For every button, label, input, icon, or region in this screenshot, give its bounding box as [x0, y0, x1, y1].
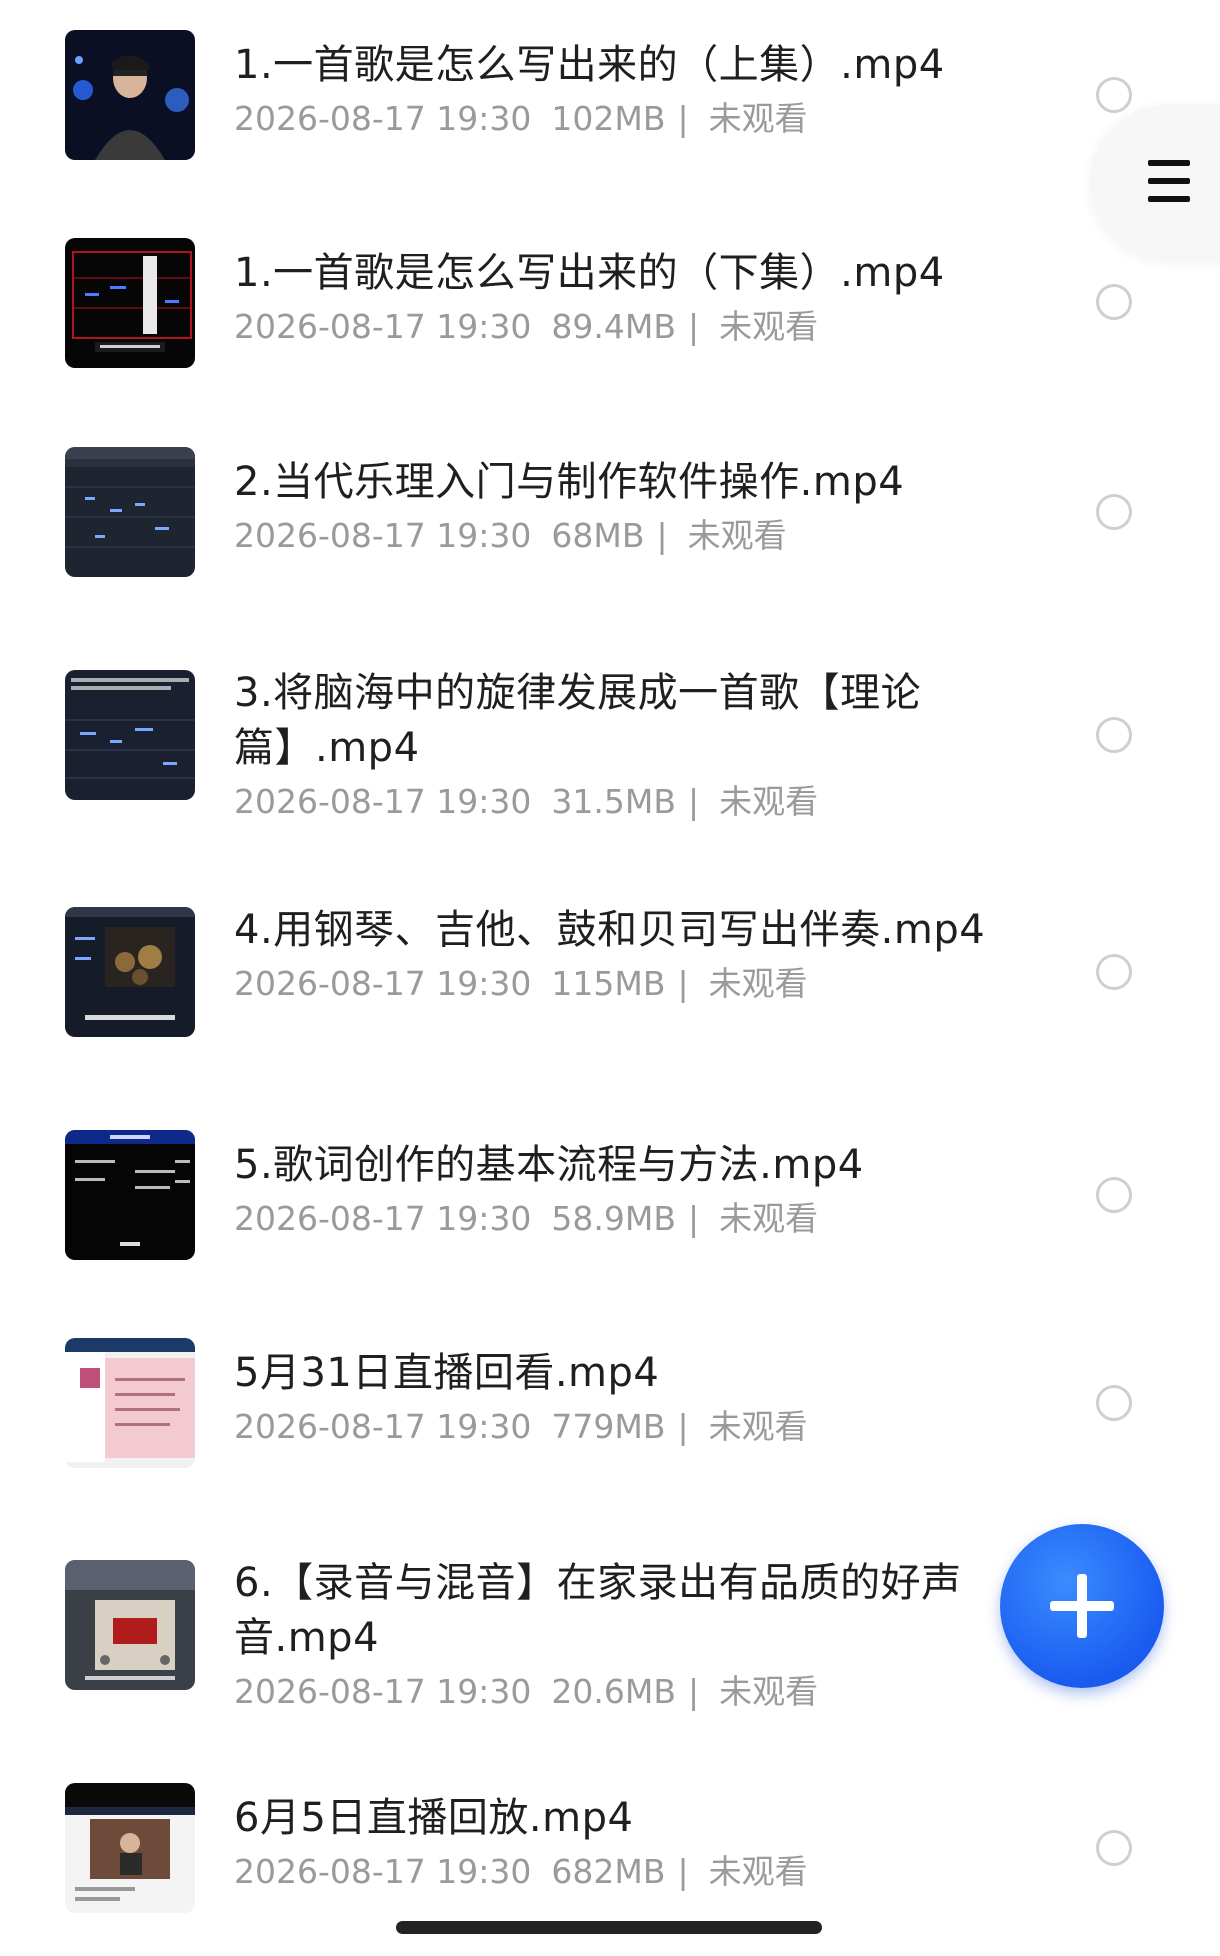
select-radio[interactable]: [1096, 1385, 1132, 1421]
side-menu-button[interactable]: [1090, 105, 1220, 260]
file-meta: 2026-08-17 19:30 115MB | 未观看: [234, 962, 994, 1006]
file-date: 2026-08-17 19:30: [234, 516, 532, 555]
file-meta: 2026-08-17 19:30 682MB | 未观看: [234, 1850, 994, 1894]
file-meta: 2026-08-17 19:30 31.5MB | 未观看: [234, 780, 994, 824]
watch-status: 未观看: [687, 516, 787, 555]
file-title: 4.用钢琴、吉他、鼓和贝司写出伴奏.mp4: [234, 907, 986, 953]
file-size: 115MB: [551, 964, 666, 1003]
video-thumbnail: [65, 1560, 195, 1690]
watch-status: 未观看: [708, 1407, 808, 1446]
file-title: 2.当代乐理入门与制作软件操作.mp4: [234, 459, 905, 505]
meta-separator: |: [656, 516, 668, 555]
watch-status: 未观看: [708, 99, 808, 138]
file-title: 1.一首歌是怎么写出来的（上集）.mp4: [234, 42, 945, 88]
select-radio[interactable]: [1096, 284, 1132, 320]
file-title: 3.将脑海中的旋律发展成一首歌【理论篇】.mp4: [234, 670, 922, 771]
select-radio[interactable]: [1096, 494, 1132, 530]
menu-icon: [1148, 160, 1190, 206]
file-date: 2026-08-17 19:30: [234, 782, 532, 821]
file-meta: 2026-08-17 19:30 779MB | 未观看: [234, 1405, 994, 1449]
watch-status: 未观看: [719, 307, 819, 346]
file-meta: 2026-08-17 19:30 89.4MB | 未观看: [234, 305, 994, 349]
file-size: 20.6MB: [551, 1672, 676, 1711]
meta-separator: |: [677, 1407, 689, 1446]
video-thumbnail: [65, 907, 195, 1037]
select-radio[interactable]: [1096, 717, 1132, 753]
video-thumbnail: [65, 447, 195, 577]
watch-status: 未观看: [708, 1852, 808, 1891]
meta-separator: |: [677, 964, 689, 1003]
meta-separator: |: [687, 307, 700, 346]
meta-separator: |: [677, 99, 689, 138]
select-radio[interactable]: [1096, 1177, 1132, 1213]
file-title: 1.一首歌是怎么写出来的（下集）.mp4: [234, 250, 945, 296]
watch-status: 未观看: [719, 1199, 819, 1238]
video-thumbnail: [65, 238, 195, 368]
select-radio[interactable]: [1096, 1830, 1132, 1866]
file-size: 68MB: [551, 516, 645, 555]
meta-separator: |: [677, 1852, 689, 1891]
file-title: 6月5日直播回放.mp4: [234, 1795, 634, 1841]
file-meta: 2026-08-17 19:30 58.9MB | 未观看: [234, 1197, 994, 1241]
file-date: 2026-08-17 19:30: [234, 1672, 532, 1711]
watch-status: 未观看: [708, 964, 808, 1003]
file-date: 2026-08-17 19:30: [234, 1199, 532, 1238]
file-title: 5月31日直播回看.mp4: [234, 1350, 660, 1396]
file-title: 6.【录音与混音】在家录出有品质的好声音.mp4: [234, 1560, 962, 1661]
file-title: 5.歌词创作的基本流程与方法.mp4: [234, 1142, 864, 1188]
file-size: 779MB: [551, 1407, 666, 1446]
watch-status: 未观看: [719, 1672, 819, 1711]
file-date: 2026-08-17 19:30: [234, 99, 532, 138]
file-date: 2026-08-17 19:30: [234, 307, 532, 346]
video-thumbnail: [65, 1338, 195, 1468]
select-radio[interactable]: [1096, 77, 1132, 113]
file-meta: 2026-08-17 19:30 102MB | 未观看: [234, 97, 994, 141]
file-size: 102MB: [551, 99, 666, 138]
file-size: 89.4MB: [551, 307, 676, 346]
file-date: 2026-08-17 19:30: [234, 1852, 532, 1891]
watch-status: 未观看: [719, 782, 819, 821]
video-thumbnail: [65, 1783, 195, 1913]
file-size: 682MB: [551, 1852, 666, 1891]
meta-separator: |: [687, 1199, 700, 1238]
file-date: 2026-08-17 19:30: [234, 964, 532, 1003]
file-size: 58.9MB: [551, 1199, 676, 1238]
video-thumbnail: [65, 30, 195, 160]
file-meta: 2026-08-17 19:30 68MB | 未观看: [234, 514, 994, 558]
meta-separator: |: [687, 1672, 700, 1711]
video-thumbnail: [65, 670, 195, 800]
file-size: 31.5MB: [551, 782, 676, 821]
file-date: 2026-08-17 19:30: [234, 1407, 532, 1446]
select-radio[interactable]: [1096, 954, 1132, 990]
add-button[interactable]: [1000, 1524, 1164, 1688]
video-thumbnail: [65, 1130, 195, 1260]
home-indicator[interactable]: [396, 1921, 822, 1934]
meta-separator: |: [687, 782, 700, 821]
file-meta: 2026-08-17 19:30 20.6MB | 未观看: [234, 1670, 994, 1714]
